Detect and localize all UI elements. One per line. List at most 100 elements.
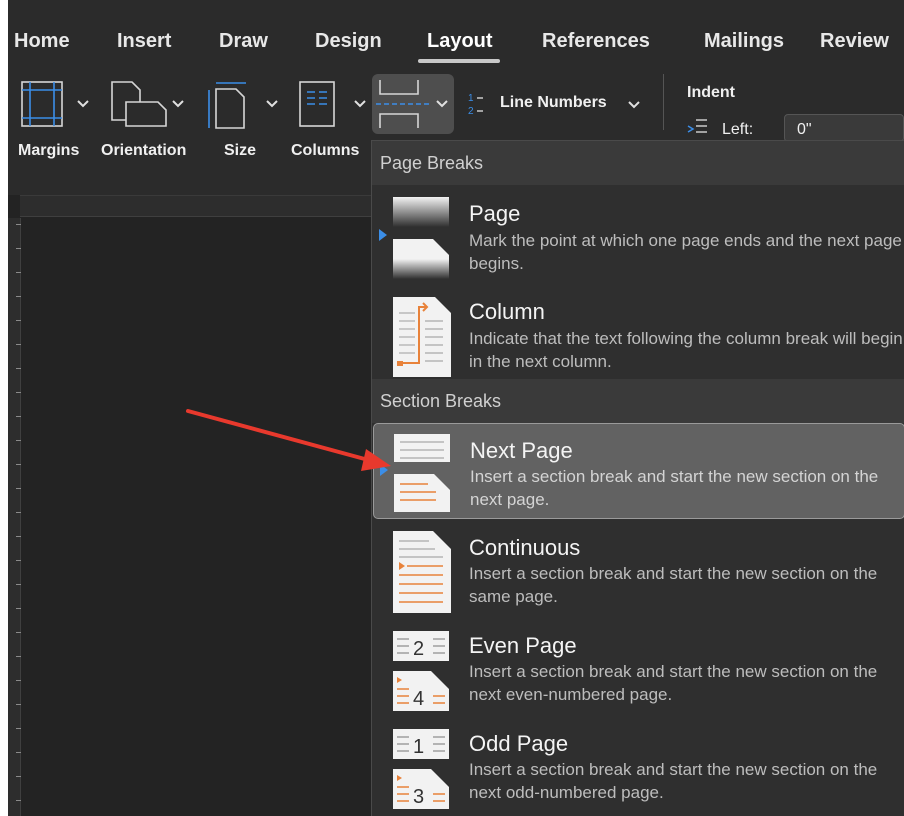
line-numbers-icon: 1 2 [468,93,483,116]
marker-icon [379,229,387,241]
menu-item-even-page[interactable]: 2 4 Even Page Insert a section break and… [373,623,904,719]
window-left-edge [0,0,8,816]
tab-insert[interactable]: Insert [117,30,171,53]
size-label: Size [224,142,257,159]
menu-item-title: Odd Page [469,731,569,756]
next-page-section-icon [394,434,450,512]
chevron-down-icon [354,100,366,108]
menu-item-continuous[interactable]: Continuous Insert a section break and st… [373,525,904,621]
breaks-dropdown-menu: Page Breaks Page Mark the point at which… [371,140,904,816]
ruler-tick [16,704,21,705]
tab-review[interactable]: Review [820,30,889,53]
ruler-tick [16,224,21,225]
indent-left-input[interactable]: 0" [784,114,904,142]
ruler-tick [16,680,21,681]
menu-item-description: Indicate that the text following the col… [469,329,903,371]
line-numbers-label: Line Numbers [500,94,607,111]
ruler-tick [16,488,21,489]
ruler-tick [16,320,21,321]
chevron-down-icon [628,101,640,109]
chevron-down-icon [436,100,448,108]
tab-design[interactable]: Design [315,30,382,53]
chevron-down-icon [77,100,89,108]
menu-item-title: Page [469,201,521,226]
indent-label: Indent [687,84,735,101]
menu-item-description: Insert a section break and start the new… [469,662,878,704]
margins-icon [21,81,63,127]
svg-text:1: 1 [468,93,474,104]
menu-item-page-break[interactable]: Page Mark the point at which one page en… [373,191,904,287]
menu-item-title: Even Page [469,633,577,658]
ruler-tick [16,512,21,513]
size-icon [208,82,246,129]
orientation-button[interactable] [108,80,188,130]
ribbon-separator [663,74,664,130]
size-button[interactable] [206,80,286,130]
ruler-tick [16,752,21,753]
page-breaks-header: Page Breaks [372,141,904,185]
menu-item-title: Column [469,299,545,324]
orientation-icon [111,81,167,127]
tab-draw[interactable]: Draw [219,30,268,53]
svg-text:4: 4 [413,688,424,710]
menu-item-description: Insert a section break and start the new… [470,467,879,509]
columns-icon [299,81,335,127]
columns-button[interactable] [298,80,370,130]
ruler-tick [16,776,21,777]
section-breaks-header: Section Breaks [372,379,904,423]
ruler-tick [16,296,21,297]
columns-label: Columns [291,142,360,159]
indent-left-label: Left: [722,121,754,138]
ruler-tick [16,440,21,441]
menu-item-description: Mark the point at which one page ends an… [469,231,902,273]
odd-page-section-icon: 1 3 [393,729,449,809]
menu-item-title: Continuous [469,535,581,560]
orientation-label: Orientation [101,142,187,159]
marker-icon [380,464,388,476]
margins-button[interactable] [14,80,94,130]
line-numbers-button[interactable]: 1 2 Line Numbers [466,90,646,116]
ruler-tick [16,560,21,561]
menu-item-description: Insert a section break and start the new… [469,564,878,606]
ruler-tick [16,536,21,537]
ruler-tick [16,584,21,585]
ruler-tick [16,800,21,801]
ruler-tick [16,632,21,633]
ruler-tick [16,656,21,657]
chevron-down-icon [172,100,184,108]
svg-text:3: 3 [413,786,424,808]
breaks-button[interactable] [372,74,454,134]
indent-left-icon [687,119,707,133]
menu-item-next-page[interactable]: Next Page Insert a section break and sta… [373,423,904,519]
ruler-tick [16,272,21,273]
chevron-down-icon [266,100,278,108]
indent-left-value: 0" [797,121,812,138]
page-break-icon [393,197,449,279]
menu-item-column-break[interactable]: Column Indicate that the text following … [373,289,904,385]
ruler-tick [16,728,21,729]
tab-home[interactable]: Home [14,30,70,53]
ruler-tick [16,248,21,249]
svg-text:1: 1 [413,736,424,758]
svg-text:2: 2 [413,638,424,660]
tab-layout[interactable]: Layout [427,30,493,53]
tab-mailings[interactable]: Mailings [704,30,784,53]
tab-references[interactable]: References [542,30,650,53]
active-tab-indicator [418,59,500,63]
vertical-ruler[interactable] [8,218,21,816]
margins-label: Margins [18,142,80,159]
breaks-icon [376,80,432,128]
svg-text:2: 2 [468,106,474,116]
ruler-tick [16,464,21,465]
ruler-tick [16,608,21,609]
ruler-tick [16,392,21,393]
menu-item-title: Next Page [470,438,573,463]
ruler-tick [16,416,21,417]
ruler-tick [16,368,21,369]
menu-item-odd-page[interactable]: 1 3 Odd Page Insert a section break and … [373,721,904,816]
word-window: Home Insert Draw Design Layout Reference… [0,0,904,816]
menu-item-description: Insert a section break and start the new… [469,760,878,802]
column-break-icon [393,297,451,377]
even-page-section-icon: 2 4 [393,631,449,711]
continuous-section-icon [393,531,451,613]
